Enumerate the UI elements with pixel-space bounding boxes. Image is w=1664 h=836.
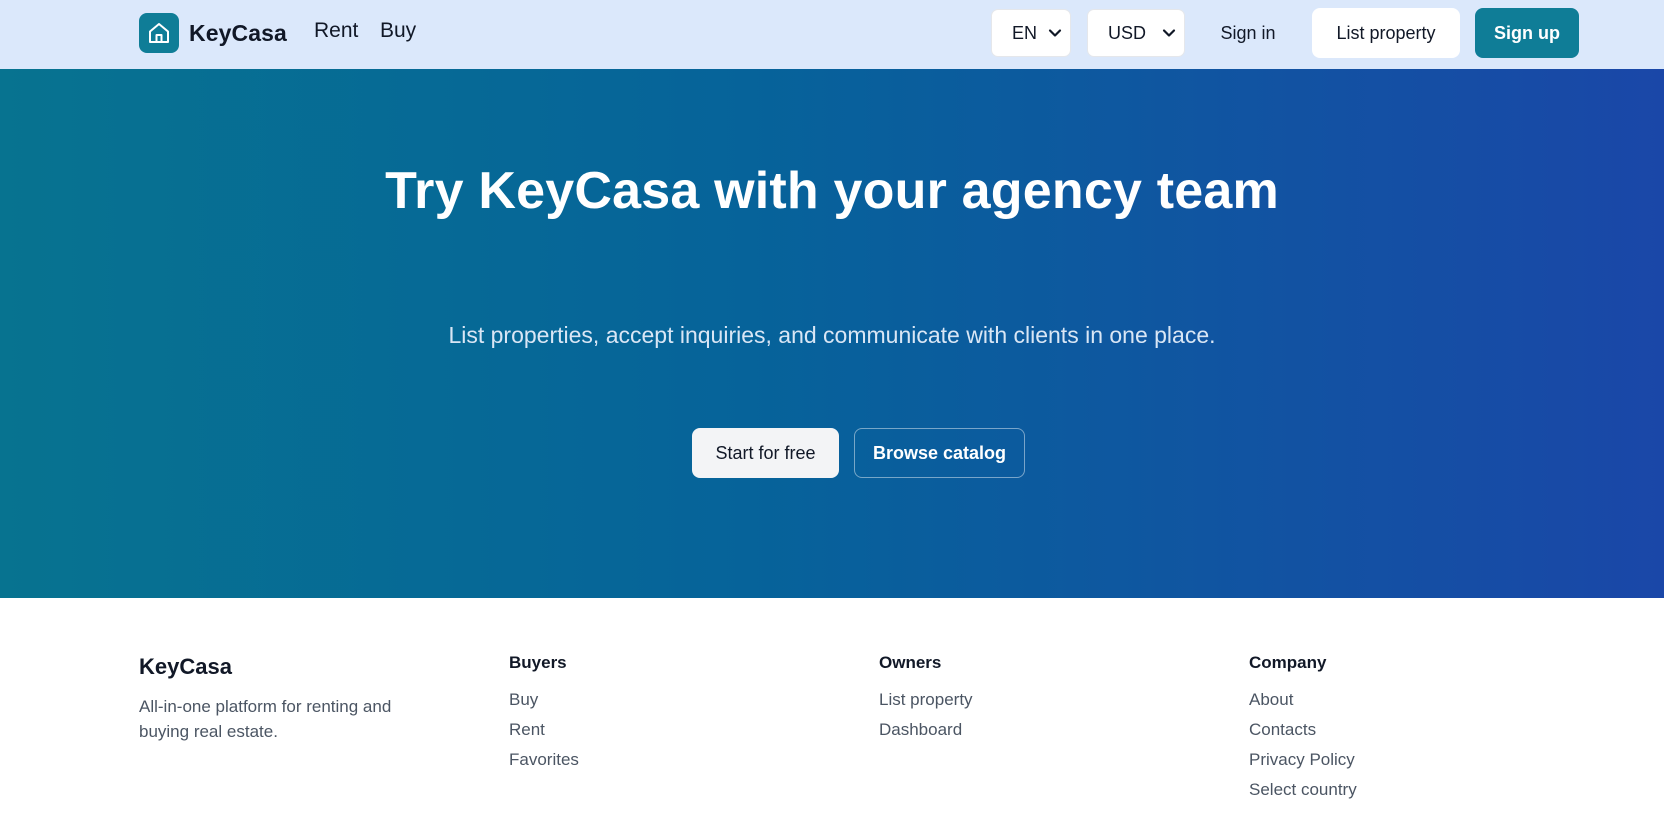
start-for-free-button[interactable]: Start for free [692,428,839,478]
site-header: KeyCasa Rent Buy EN USD Sign in List pro… [0,0,1664,69]
hero-section: Try KeyCasa with your agency team List p… [0,69,1664,598]
footer-buyers-column: Buyers Buy Rent Favorites [509,653,579,775]
site-footer: KeyCasa All-in-one platform for renting … [0,598,1664,836]
footer-owners-heading: Owners [879,653,942,672]
hero-subtitle: List properties, accept inquiries, and c… [448,322,1216,348]
brand-name: KeyCasa [189,19,287,46]
house-icon [139,13,179,53]
footer-link-list-property[interactable]: List property [879,685,973,715]
chevron-down-icon [1162,26,1176,40]
footer-owners-column: Owners List property Dashboard [879,653,973,745]
hero-title: Try KeyCasa with your agency team [385,162,1279,220]
brand-link[interactable]: KeyCasa [139,13,287,53]
footer-link-rent[interactable]: Rent [509,715,579,745]
footer-company-heading: Company [1249,653,1327,672]
chevron-down-icon [1048,26,1062,40]
language-select[interactable]: EN [991,9,1071,57]
footer-brand: KeyCasa [139,654,232,679]
footer-link-about[interactable]: About [1249,685,1357,715]
nav-buy-link[interactable]: Buy [380,19,416,43]
nav-rent-link[interactable]: Rent [314,19,358,43]
footer-description: All-in-one platform for renting and buyi… [139,697,392,741]
currency-value: USD [1108,22,1147,43]
footer-link-dashboard[interactable]: Dashboard [879,715,973,745]
footer-link-privacy-policy[interactable]: Privacy Policy [1249,745,1357,775]
footer-buyers-heading: Buyers [509,653,567,672]
sign-up-button[interactable]: Sign up [1475,8,1579,58]
footer-link-buy[interactable]: Buy [509,685,579,715]
footer-link-select-country[interactable]: Select country [1249,775,1357,805]
footer-company-column: Company About Contacts Privacy Policy Se… [1249,653,1357,805]
currency-select[interactable]: USD [1087,9,1185,57]
sign-in-button[interactable]: Sign in [1201,9,1295,57]
browse-catalog-button[interactable]: Browse catalog [854,428,1025,478]
list-property-button[interactable]: List property [1312,8,1460,58]
footer-link-favorites[interactable]: Favorites [509,745,579,775]
language-value: EN [1012,22,1038,43]
footer-link-contacts[interactable]: Contacts [1249,715,1357,745]
